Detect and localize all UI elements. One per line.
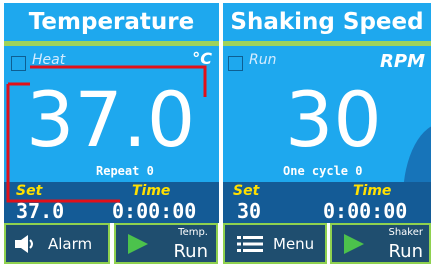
alarm-label: Alarm xyxy=(48,235,93,253)
shaking-set-value[interactable]: 30 xyxy=(237,201,261,221)
play-icon xyxy=(128,234,148,254)
menu-label: Menu xyxy=(273,235,315,253)
temperature-time-value[interactable]: 0:00:00 xyxy=(112,201,196,221)
shaking-set-bar: Set Time 30 0:00:00 xyxy=(223,182,431,223)
shaking-title: Shaking Speed xyxy=(230,9,424,35)
heat-label: Heat xyxy=(32,52,66,68)
shaker-run-label: Run xyxy=(388,241,423,262)
shaker-run-button[interactable]: Shaker Run xyxy=(330,223,431,264)
run-checkbox[interactable] xyxy=(228,56,243,71)
alarm-button[interactable]: Alarm xyxy=(4,223,110,264)
temperature-set-value[interactable]: 37.0 xyxy=(16,201,64,221)
temperature-panel: Temperature Heat °C 37.0 Repeat 0 Set Ti… xyxy=(4,3,219,223)
shaking-set-label: Set xyxy=(233,183,260,199)
shaking-current-value: 30 xyxy=(285,75,382,164)
shaker-run-top-label: Shaker xyxy=(388,227,423,238)
divider xyxy=(223,41,431,46)
repeat-value: 0 xyxy=(146,164,154,178)
temp-run-top-label: Temp. xyxy=(178,227,208,238)
play-icon xyxy=(344,234,364,254)
temperature-current-value: 37.0 xyxy=(26,75,196,164)
shaking-time-label: Time xyxy=(353,183,392,199)
heat-checkbox[interactable] xyxy=(11,56,26,71)
repeat-label: Repeat 0 xyxy=(96,164,154,178)
temperature-set-label: Set xyxy=(16,183,43,199)
cycle-label: One cycle 0 xyxy=(283,164,363,178)
temp-run-label: Run xyxy=(173,241,208,262)
menu-button[interactable]: Menu xyxy=(223,223,327,264)
speaker-icon xyxy=(15,235,33,253)
cycle-value: 0 xyxy=(355,164,363,178)
run-label: Run xyxy=(249,52,277,68)
divider xyxy=(4,41,219,46)
temperature-unit: °C xyxy=(192,49,212,68)
temperature-time-label: Time xyxy=(132,183,171,199)
menu-icon xyxy=(237,236,263,252)
temperature-title: Temperature xyxy=(28,9,195,35)
shaking-panel: Shaking Speed Run RPM 30 One cycle 0 Set… xyxy=(223,3,431,223)
temperature-set-bar: Set Time 37.0 0:00:00 xyxy=(4,182,219,223)
shaking-unit: RPM xyxy=(380,51,425,72)
temp-run-button[interactable]: Temp. Run xyxy=(114,223,218,264)
shaking-time-value[interactable]: 0:00:00 xyxy=(323,201,407,221)
